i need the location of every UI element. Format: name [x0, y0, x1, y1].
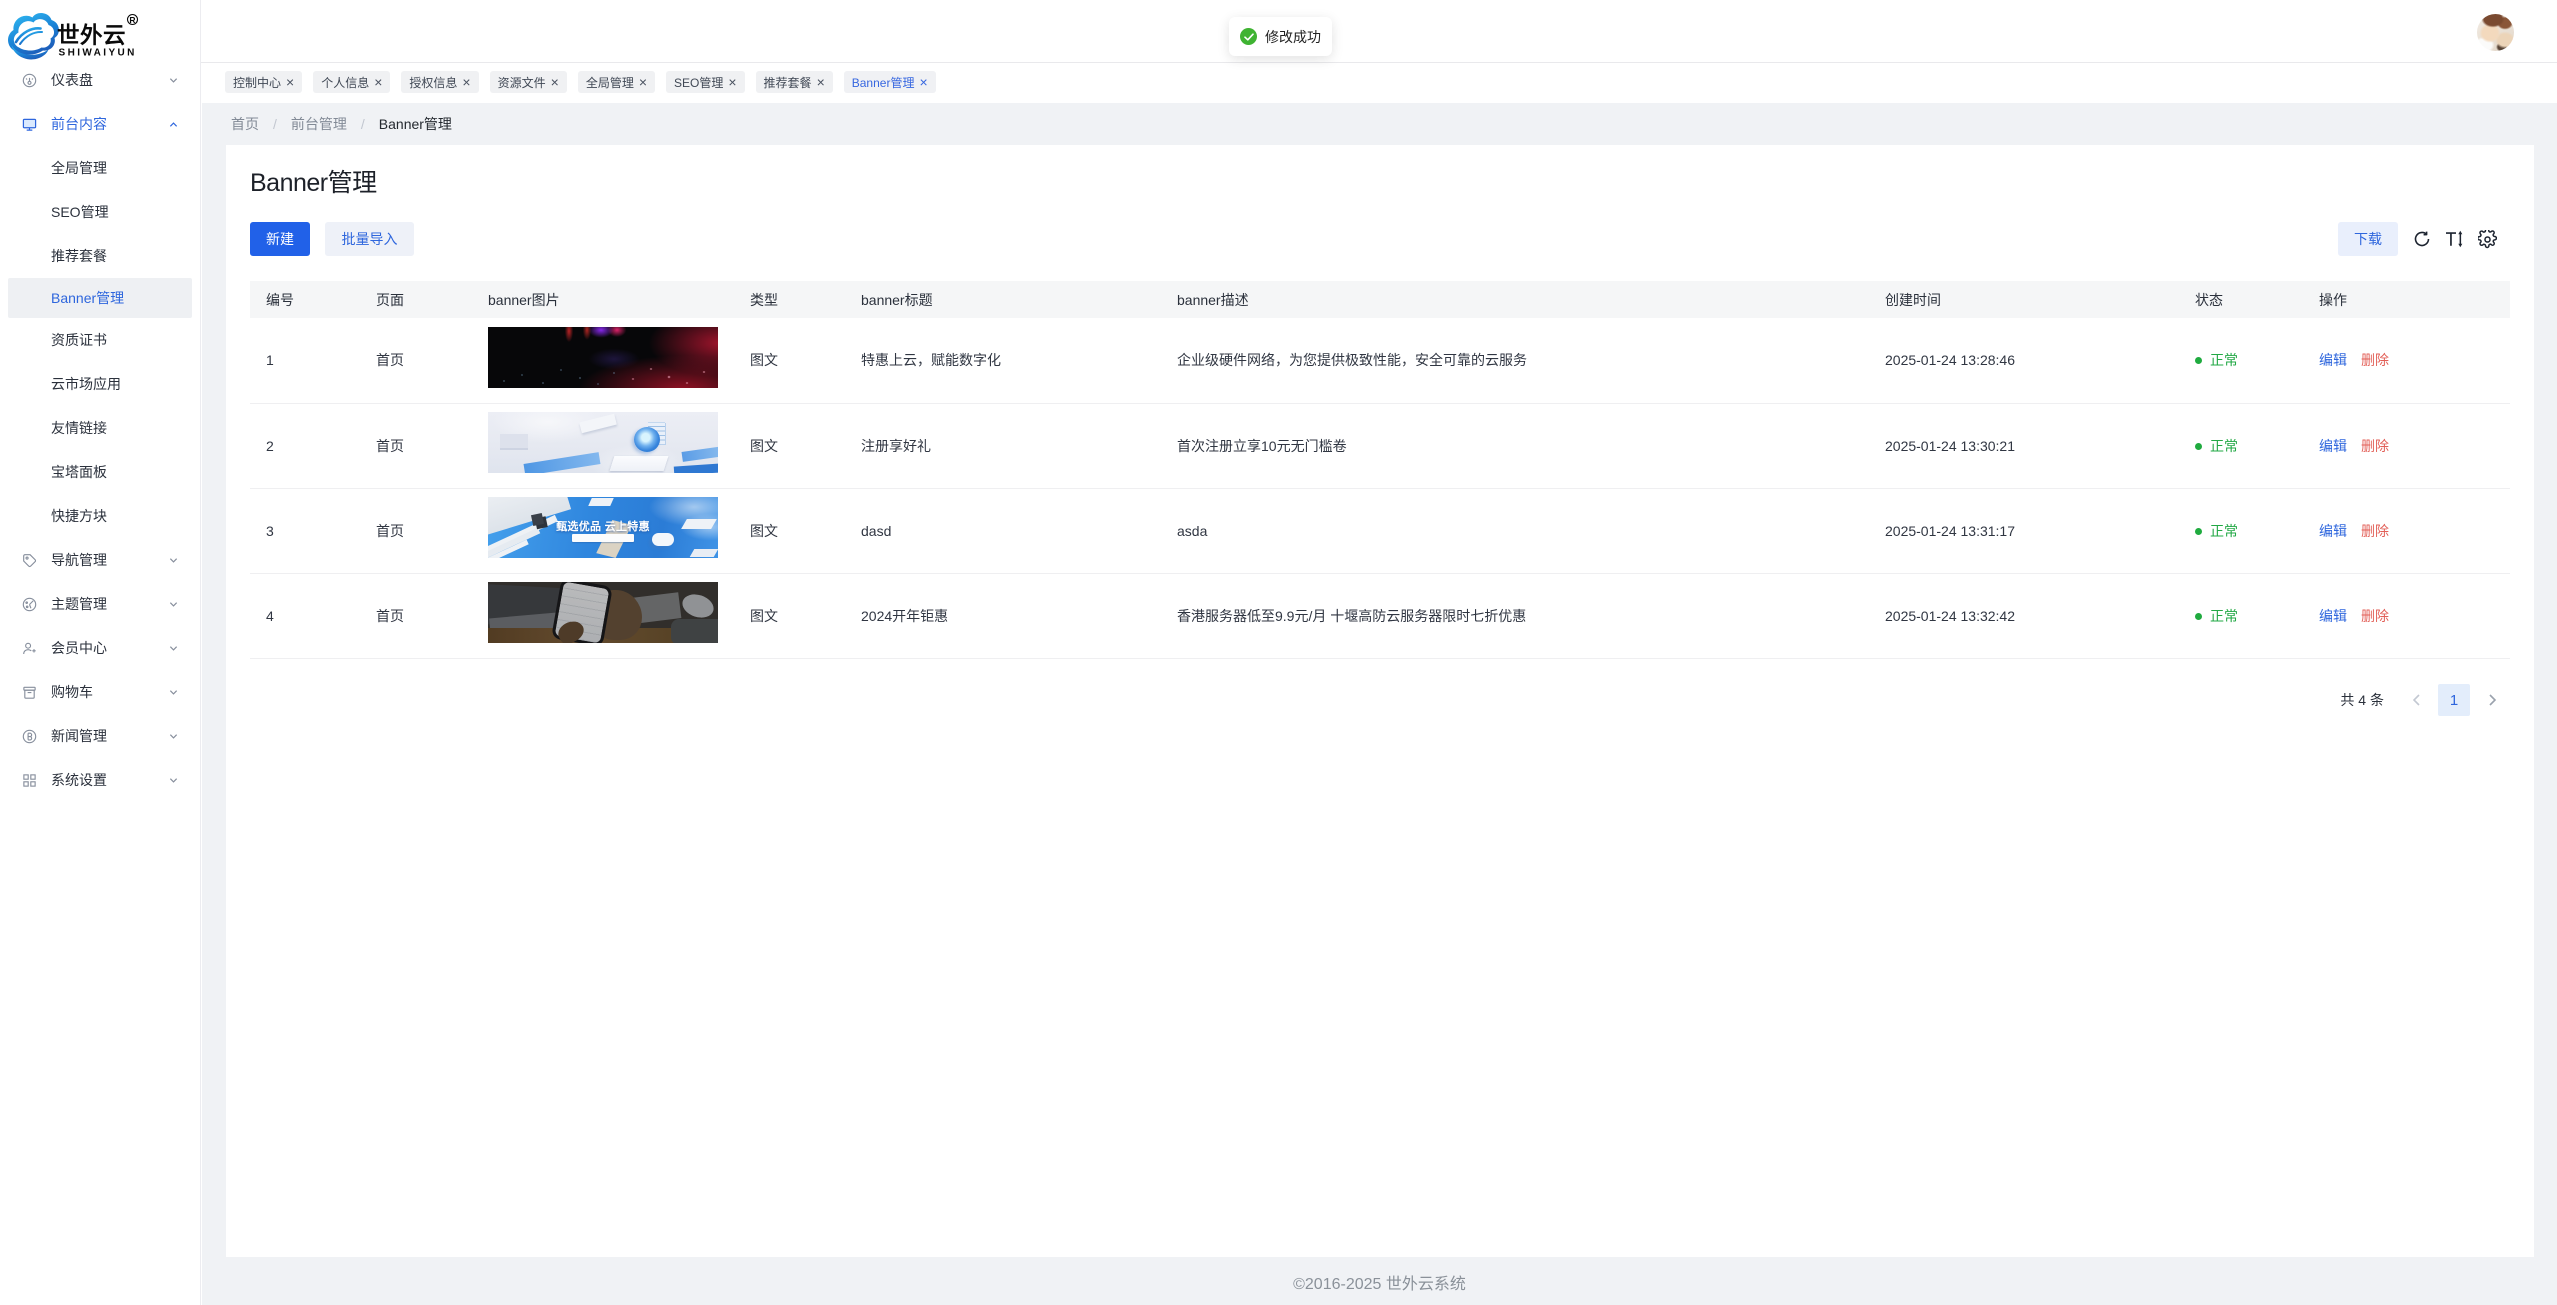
svg-text:SHIWAIYUN: SHIWAIYUN [59, 48, 137, 59]
svg-text:R: R [129, 15, 135, 25]
svg-text:世外云: 世外云 [57, 22, 126, 48]
